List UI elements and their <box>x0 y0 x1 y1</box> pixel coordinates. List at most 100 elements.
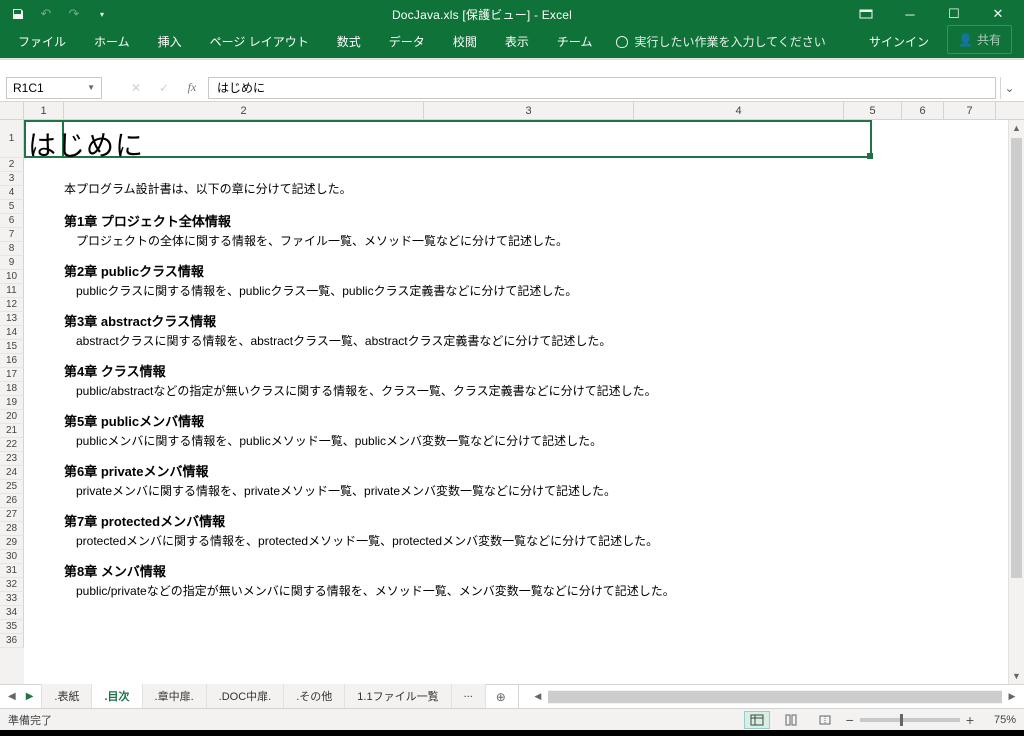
tab-insert[interactable]: 挿入 <box>144 27 196 58</box>
insert-function-icon[interactable]: fx <box>180 77 204 99</box>
row-header[interactable]: 8 <box>0 242 24 256</box>
row-header[interactable]: 34 <box>0 606 24 620</box>
tab-pagelayout[interactable]: ページ レイアウト <box>196 27 323 58</box>
row-header[interactable]: 33 <box>0 592 24 606</box>
tab-home[interactable]: ホーム <box>80 27 144 58</box>
row-header[interactable]: 2 <box>0 158 24 172</box>
row-header[interactable]: 10 <box>0 270 24 284</box>
zoom-percent[interactable]: 75% <box>980 714 1016 726</box>
maximize-icon[interactable]: ☐ <box>932 0 976 28</box>
tab-view[interactable]: 表示 <box>491 27 543 58</box>
select-all-corner[interactable] <box>0 102 24 119</box>
customize-qat-icon[interactable]: ▾ <box>90 2 114 26</box>
sheet-next-icon[interactable]: ▶ <box>26 691 34 702</box>
vertical-scrollbar[interactable]: ▲ ▼ <box>1008 120 1024 684</box>
row-header[interactable]: 23 <box>0 452 24 466</box>
row-header[interactable]: 18 <box>0 382 24 396</box>
sheet-tab[interactable]: .目次 <box>92 684 142 710</box>
sheet-tab[interactable]: 1.1ファイル一覧 <box>345 684 451 710</box>
tab-file[interactable]: ファイル <box>4 27 80 58</box>
row-header[interactable]: 19 <box>0 396 24 410</box>
row-header[interactable]: 25 <box>0 480 24 494</box>
row-header[interactable]: 32 <box>0 578 24 592</box>
row-header[interactable]: 29 <box>0 536 24 550</box>
normal-view-icon[interactable] <box>744 711 770 729</box>
cancel-formula-icon[interactable]: ✕ <box>124 77 148 99</box>
col-header[interactable]: 7 <box>944 102 996 119</box>
row-header[interactable]: 15 <box>0 340 24 354</box>
zoom-in-icon[interactable]: + <box>966 712 974 728</box>
col-header[interactable]: 2 <box>64 102 424 119</box>
tab-splitter[interactable] <box>518 685 524 708</box>
sheet-prev-icon[interactable]: ◀ <box>8 691 16 702</box>
row-header[interactable]: 12 <box>0 298 24 312</box>
row-header[interactable]: 5 <box>0 200 24 214</box>
row-header[interactable]: 35 <box>0 620 24 634</box>
minimize-icon[interactable]: ─ <box>888 0 932 28</box>
share-button[interactable]: 👤共有 <box>947 25 1012 54</box>
row-header[interactable]: 21 <box>0 424 24 438</box>
row-header[interactable]: 20 <box>0 410 24 424</box>
row-header[interactable]: 14 <box>0 326 24 340</box>
row-header[interactable]: 26 <box>0 494 24 508</box>
tab-review[interactable]: 校閲 <box>439 27 491 58</box>
scroll-left-icon[interactable]: ◀ <box>530 689 546 705</box>
ribbon-display-icon[interactable] <box>844 0 888 28</box>
column-headers: 1234567 <box>0 102 1024 120</box>
save-icon[interactable] <box>6 2 30 26</box>
row-header[interactable]: 6 <box>0 214 24 228</box>
scroll-thumb[interactable] <box>1011 138 1022 578</box>
row-header[interactable]: 7 <box>0 228 24 242</box>
close-icon[interactable]: ✕ <box>976 0 1020 28</box>
row-header[interactable]: 13 <box>0 312 24 326</box>
enter-formula-icon[interactable]: ✓ <box>152 77 176 99</box>
page-break-view-icon[interactable] <box>812 711 838 729</box>
scroll-right-icon[interactable]: ▶ <box>1004 689 1020 705</box>
tell-me-search[interactable]: 実行したい作業を入力してください <box>606 27 835 58</box>
row-header[interactable]: 17 <box>0 368 24 382</box>
row-header[interactable]: 4 <box>0 186 24 200</box>
redo-icon[interactable]: ↷ <box>62 2 86 26</box>
cells-area[interactable]: はじめに 本プログラム設計書は、以下の章に分けて記述した。 第1章 プロジェクト… <box>24 120 1024 684</box>
expand-formula-icon[interactable]: ⌄ <box>1000 77 1018 99</box>
zoom-slider[interactable] <box>860 718 960 722</box>
page-layout-view-icon[interactable] <box>778 711 804 729</box>
row-header[interactable]: 3 <box>0 172 24 186</box>
row-header[interactable]: 24 <box>0 466 24 480</box>
col-header[interactable]: 6 <box>902 102 944 119</box>
col-header[interactable]: 1 <box>24 102 64 119</box>
row-header[interactable]: 9 <box>0 256 24 270</box>
formula-input[interactable]: はじめに <box>208 77 996 99</box>
row-header[interactable]: 1 <box>0 120 24 158</box>
row-header[interactable]: 11 <box>0 284 24 298</box>
row-header[interactable]: 16 <box>0 354 24 368</box>
tab-formulas[interactable]: 数式 <box>323 27 375 58</box>
signin-button[interactable]: サインイン <box>857 27 941 58</box>
horizontal-scrollbar[interactable]: ◀ ▶ <box>526 689 1024 705</box>
row-header[interactable]: 27 <box>0 508 24 522</box>
row-header[interactable]: 22 <box>0 438 24 452</box>
scroll-up-icon[interactable]: ▲ <box>1009 120 1024 136</box>
sheet-tab[interactable]: ... <box>452 684 486 710</box>
col-header[interactable]: 5 <box>844 102 902 119</box>
sheet-tab[interactable]: .DOC中扉. <box>207 684 285 710</box>
tab-data[interactable]: データ <box>375 27 439 58</box>
row-header[interactable]: 31 <box>0 564 24 578</box>
row-header[interactable]: 28 <box>0 522 24 536</box>
sheet-tab[interactable]: .その他 <box>284 684 345 710</box>
col-header[interactable]: 3 <box>424 102 634 119</box>
col-header[interactable]: 4 <box>634 102 844 119</box>
undo-icon[interactable]: ↶ <box>34 2 58 26</box>
scroll-down-icon[interactable]: ▼ <box>1009 668 1024 684</box>
chevron-down-icon[interactable]: ▼ <box>87 83 95 92</box>
zoom-out-icon[interactable]: − <box>846 712 854 728</box>
sheet-tab[interactable]: .章中扉. <box>143 684 207 710</box>
name-box[interactable]: R1C1▼ <box>6 77 102 99</box>
new-sheet-icon[interactable]: ⊕ <box>486 686 516 708</box>
chapter-block: 第3章 abstractクラス情報abstractクラスに関する情報を、abst… <box>64 311 1016 349</box>
sheet-tab[interactable]: .表紙 <box>41 684 92 710</box>
row-header[interactable]: 36 <box>0 634 24 648</box>
tab-team[interactable]: チーム <box>543 27 607 58</box>
hscroll-thumb[interactable] <box>548 691 1002 703</box>
row-header[interactable]: 30 <box>0 550 24 564</box>
